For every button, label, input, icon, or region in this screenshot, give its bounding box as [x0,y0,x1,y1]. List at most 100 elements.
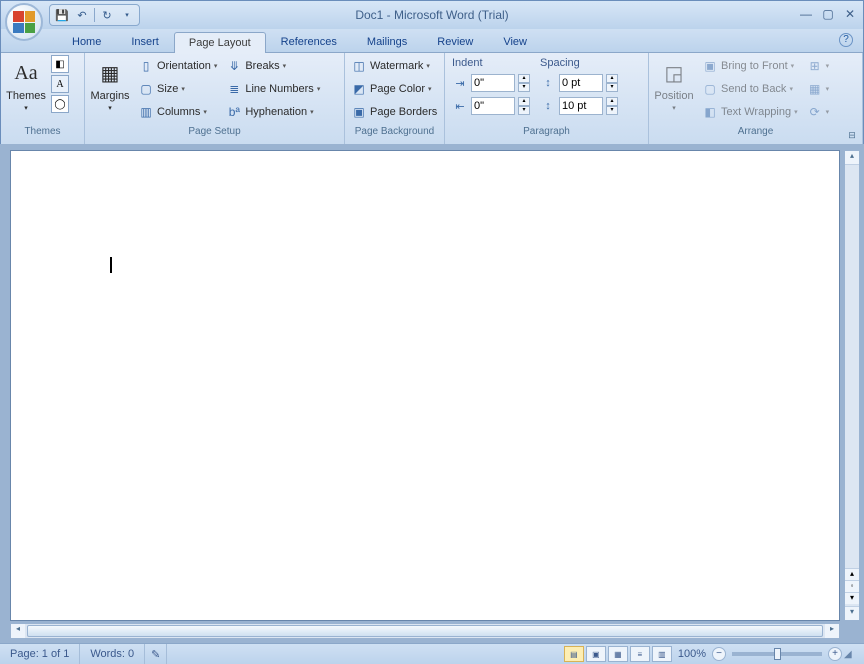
tab-page-layout[interactable]: Page Layout [174,32,266,53]
group-paragraph: Indent ⇥ ▴▾ ⇤ ▴▾ Spacing ↕ ▴▾ [445,53,649,144]
document-page[interactable] [10,150,840,621]
position-button[interactable]: ◲ Position ▾ [652,55,696,114]
group-button[interactable]: ▦▾ [804,78,833,100]
group-arrange: ◲ Position ▾ ▣Bring to Front▾ ▢Send to B… [649,53,863,144]
page-color-label: Page Color [370,83,425,95]
indent-right-up[interactable]: ▴ [518,97,530,106]
status-proofing[interactable]: ✎ [145,644,167,664]
align-button[interactable]: ⊞▾ [804,55,833,77]
text-wrapping-button[interactable]: ◧Text Wrapping▾ [699,101,801,123]
scroll-left-icon[interactable]: ◂ [11,624,25,638]
tab-references[interactable]: References [266,31,352,52]
hyphenation-button[interactable]: bªHyphenation▾ [223,101,323,123]
hscroll-thumb[interactable] [27,625,823,637]
office-button[interactable] [5,3,43,41]
space-before-down[interactable]: ▾ [606,83,618,92]
margins-button[interactable]: ▦ Margins ▾ [88,55,132,114]
vertical-scrollbar[interactable]: ▴ ▴ ◦ ▾ ▾ [844,150,860,621]
ribbon: Aa Themes ▾ ◧ A ◯ Themes ▦ Margins ▾ ▯Or… [1,53,863,145]
close-button[interactable]: ✕ [843,7,857,21]
help-icon[interactable]: ? [839,33,853,47]
indent-left-input[interactable] [471,74,515,92]
prev-page-icon[interactable]: ▴ [845,568,859,580]
browse-object-icon[interactable]: ◦ [845,580,859,592]
size-icon: ▢ [138,81,154,97]
page-color-button[interactable]: ◩Page Color▾ [348,78,440,100]
theme-quick-icons: ◧ A ◯ [51,55,69,113]
indent-right-down[interactable]: ▾ [518,106,530,115]
ribbon-tabs: Home Insert Page Layout References Maili… [1,29,863,53]
orientation-button[interactable]: ▯Orientation▾ [135,55,220,77]
page-borders-button[interactable]: ▣Page Borders [348,101,440,123]
bring-front-label: Bring to Front [721,60,788,72]
watermark-button[interactable]: ◫Watermark▾ [348,55,440,77]
text-wrap-icon: ◧ [702,104,718,120]
undo-icon[interactable]: ↶ [74,7,90,23]
quick-access-toolbar: 💾 ↶ ↻ ▾ [49,4,140,26]
status-words[interactable]: Words: 0 [80,644,145,664]
view-full-screen-icon[interactable]: ▣ [586,646,606,662]
view-print-layout-icon[interactable]: ▤ [564,646,584,662]
columns-label: Columns [157,106,200,118]
align-icon: ⊞ [807,58,823,74]
tab-review[interactable]: Review [422,31,488,52]
page-borders-icon: ▣ [351,104,367,120]
save-icon[interactable]: 💾 [54,7,70,23]
send-back-label: Send to Back [721,83,786,95]
space-after-row: ↕ ▴▾ [540,95,618,117]
space-after-down[interactable]: ▾ [606,106,618,115]
title-bar: 💾 ↶ ↻ ▾ Doc1 - Microsoft Word (Trial) — … [1,1,863,29]
indent-right-input[interactable] [471,97,515,115]
view-web-layout-icon[interactable]: ▦ [608,646,628,662]
restore-button[interactable]: ▢ [821,7,835,21]
rotate-button[interactable]: ⟳▾ [804,101,833,123]
next-page-icon[interactable]: ▾ [845,592,859,604]
status-page[interactable]: Page: 1 of 1 [0,644,80,664]
zoom-in-button[interactable]: + [828,647,842,661]
zoom-out-button[interactable]: − [712,647,726,661]
tab-home[interactable]: Home [57,31,116,52]
window-title: Doc1 - Microsoft Word (Trial) [355,8,508,22]
indent-left-up[interactable]: ▴ [518,74,530,83]
bring-to-front-button[interactable]: ▣Bring to Front▾ [699,55,801,77]
send-to-back-button[interactable]: ▢Send to Back▾ [699,78,801,100]
line-numbers-button[interactable]: ≣Line Numbers▾ [223,78,323,100]
space-before-input[interactable] [559,74,603,92]
theme-effects-button[interactable]: ◯ [51,95,69,113]
redo-icon[interactable]: ↻ [99,7,115,23]
minimize-button[interactable]: — [799,7,813,21]
view-outline-icon[interactable]: ≡ [630,646,650,662]
scroll-up-icon[interactable]: ▴ [845,151,859,165]
tab-mailings[interactable]: Mailings [352,31,422,52]
scroll-down-icon[interactable]: ▾ [845,606,859,620]
document-workspace: ⊟ ▴ ▴ ◦ ▾ ▾ ◂ ▸ [0,144,864,643]
columns-button[interactable]: ▥Columns▾ [135,101,220,123]
status-bar: Page: 1 of 1 Words: 0 ✎ ▤ ▣ ▦ ≡ ▥ 100% −… [0,643,864,664]
zoom-thumb[interactable] [774,648,781,660]
group-page-setup: ▦ Margins ▾ ▯Orientation▾ ▢Size▾ ▥Column… [85,53,345,144]
indent-left-down[interactable]: ▾ [518,83,530,92]
space-before-up[interactable]: ▴ [606,74,618,83]
tab-view[interactable]: View [488,31,542,52]
themes-button[interactable]: Aa Themes ▾ [4,55,48,114]
size-button[interactable]: ▢Size▾ [135,78,220,100]
horizontal-scrollbar[interactable]: ◂ ▸ [10,623,840,639]
line-numbers-icon: ≣ [226,81,242,97]
theme-fonts-button[interactable]: A [51,75,69,93]
indent-heading: Indent [452,57,530,69]
group-icon: ▦ [807,81,823,97]
space-before-row: ↕ ▴▾ [540,72,618,94]
zoom-slider[interactable] [732,652,822,656]
theme-colors-button[interactable]: ◧ [51,55,69,73]
scroll-right-icon[interactable]: ▸ [825,624,839,638]
view-draft-icon[interactable]: ▥ [652,646,672,662]
space-after-input[interactable] [559,97,603,115]
zoom-level[interactable]: 100% [678,648,706,660]
ruler-toggle-icon[interactable]: ⊟ [844,130,860,142]
qat-customize-icon[interactable]: ▾ [119,7,135,23]
themes-label: Themes [6,91,46,102]
breaks-button[interactable]: ⤋Breaks▾ [223,55,323,77]
space-after-up[interactable]: ▴ [606,97,618,106]
resize-grip-icon[interactable]: ◢ [844,649,858,660]
tab-insert[interactable]: Insert [116,31,174,52]
